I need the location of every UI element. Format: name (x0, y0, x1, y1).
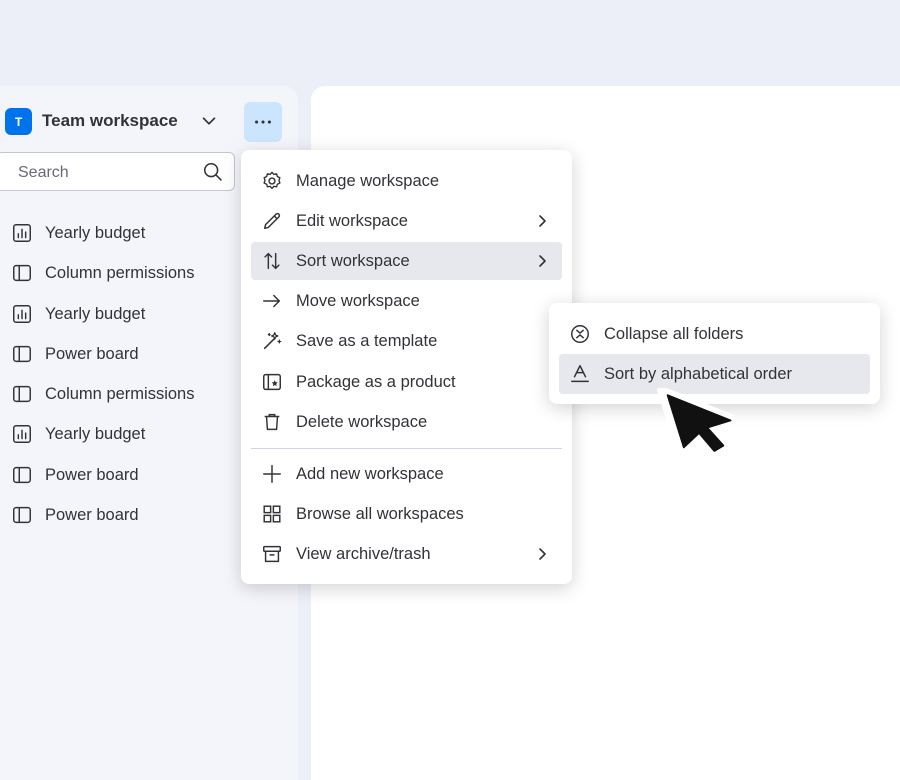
board-label: Yearly budget (45, 224, 146, 242)
menu-item-package-as-a-product[interactable]: Package as a product (251, 363, 562, 401)
board-icon (13, 265, 31, 282)
menu-item-browse-all-workspaces[interactable]: Browse all workspaces (251, 495, 562, 533)
chevron-right-icon (539, 548, 546, 560)
menu-item-add-new-workspace[interactable]: Add new workspace (251, 455, 562, 493)
board-icon (13, 345, 31, 362)
grid-icon (263, 505, 281, 523)
chevron-down-icon[interactable] (198, 110, 220, 132)
workspace-header[interactable]: T Team workspace (5, 102, 285, 142)
menu-item-delete-workspace[interactable]: Delete workspace (251, 403, 562, 441)
menu-item-label: View archive/trash (296, 545, 431, 563)
board-label: Yearly budget (45, 304, 146, 323)
menu-item-label: Browse all workspaces (296, 505, 464, 523)
workspace-options-menu: Manage workspace Edit workspace Sort works… (241, 150, 572, 584)
chevron-right-icon (539, 215, 546, 227)
menu-item-label: Delete workspace (296, 413, 428, 431)
collapse-icon (571, 325, 589, 343)
menu-item-label: Manage workspace (296, 172, 440, 190)
menu-item-manage-workspace[interactable]: Manage workspace (251, 162, 562, 200)
menu-item-label: Save as a template (296, 332, 438, 350)
search-input[interactable]: Search (0, 152, 235, 191)
arrow-right-icon (263, 294, 281, 308)
board-label: Column permissions (45, 264, 195, 283)
chart-board-icon (13, 425, 31, 444)
submenu-item-collapse-all-folders[interactable]: Collapse all folders (559, 314, 870, 354)
menu-item-label: Move workspace (296, 292, 420, 310)
submenu-item-label: Sort by alphabetical order (604, 365, 793, 383)
menu-item-label: Add new workspace (296, 465, 444, 483)
trash-icon (264, 413, 280, 431)
gear-icon (263, 171, 281, 190)
menu-item-sort-workspace[interactable]: Sort workspace (251, 242, 562, 280)
board-label: Yearly budget (45, 425, 146, 444)
workspace-more-button[interactable] (244, 102, 282, 142)
plus-icon (263, 465, 281, 483)
pencil-icon (263, 212, 281, 230)
board-icon (13, 386, 31, 403)
chart-board-icon (13, 224, 31, 242)
board-icon (13, 507, 31, 524)
chart-board-icon (13, 304, 31, 323)
menu-item-move-workspace[interactable]: Move workspace (251, 282, 562, 320)
workspace-avatar: T (5, 108, 32, 135)
alphabet-icon (571, 365, 589, 383)
workspace-name[interactable]: Team workspace (42, 111, 178, 131)
menu-item-save-as-a-template[interactable]: Save as a template (251, 322, 562, 360)
menu-item-label: Sort workspace (296, 252, 410, 270)
menu-item-label: Package as a product (296, 373, 456, 391)
sort-icon (264, 252, 280, 270)
submenu-item-label: Collapse all folders (604, 325, 744, 343)
menu-item-view-archive-trash[interactable]: View archive/trash (251, 535, 562, 573)
search-icon[interactable] (202, 161, 224, 183)
board-label: Power board (45, 344, 139, 363)
menu-item-label: Edit workspace (296, 212, 408, 230)
board-label: Power board (45, 465, 139, 484)
package-icon (263, 373, 281, 391)
archive-icon (263, 545, 281, 563)
board-label: Power board (45, 506, 139, 525)
chevron-right-icon (539, 255, 546, 267)
magic-wand-icon (263, 332, 282, 350)
menu-item-edit-workspace[interactable]: Edit workspace (251, 202, 562, 240)
board-icon (13, 466, 31, 483)
menu-divider (251, 448, 562, 449)
search-placeholder: Search (18, 164, 69, 181)
mouse-pointer-icon (657, 388, 735, 456)
board-label: Column permissions (45, 385, 195, 404)
more-dots-icon (255, 120, 271, 124)
